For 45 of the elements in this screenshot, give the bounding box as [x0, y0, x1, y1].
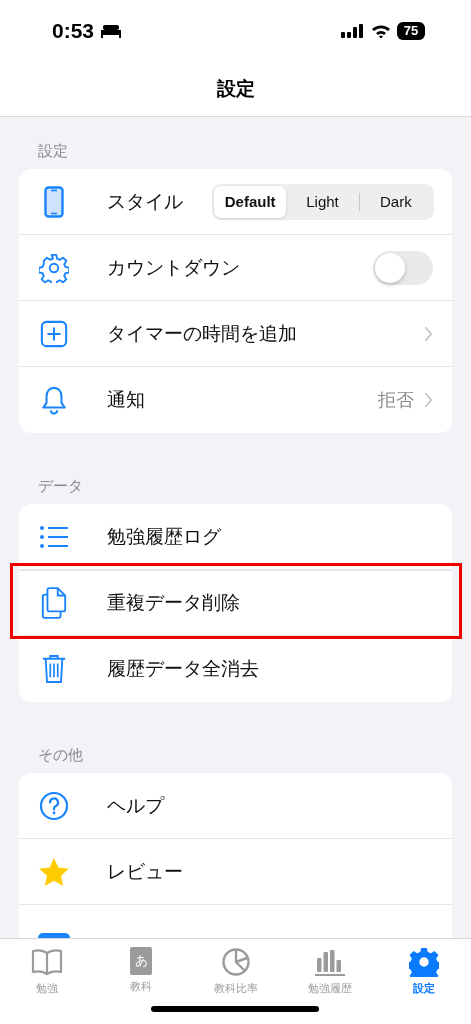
row-label: 勉強履歴ログ: [107, 523, 221, 549]
star-icon: [38, 856, 70, 887]
bed-icon: [100, 24, 123, 38]
status-time: 0:53: [52, 19, 95, 43]
row-label: 履歴データ全消去: [107, 656, 259, 681]
section-header: その他: [37, 745, 84, 766]
settings-row[interactable]: レビュー: [19, 839, 452, 905]
settings-row[interactable]: 勉強履歴ログ: [19, 504, 452, 570]
row-label: タイマーの時間を追加: [107, 320, 297, 346]
book-icon: あ: [130, 947, 153, 975]
book-icon: [31, 947, 64, 977]
screen-title: 設定: [216, 76, 255, 101]
row-label: 重複データ削除: [107, 590, 240, 615]
plus-icon: [38, 319, 70, 348]
settings-row[interactable]: スタイル Default Light Dark: [19, 169, 452, 235]
row-label: カウントダウン: [107, 254, 240, 280]
segment-option[interactable]: Default: [214, 185, 287, 218]
settings-row[interactable]: 通知 拒否: [19, 367, 452, 433]
list-icon: [38, 524, 70, 549]
settings-row[interactable]: カウントダウン: [19, 235, 452, 301]
row-label: 通知: [107, 387, 145, 412]
toggle-switch[interactable]: [373, 250, 433, 285]
settings-row[interactable]: ヘルプ: [19, 773, 452, 839]
settings-icon: [408, 947, 439, 977]
signal-icon: [341, 24, 365, 38]
chevron-icon: [424, 392, 433, 408]
pie-chart-icon: [220, 947, 251, 977]
row-label: レビュー: [107, 858, 183, 884]
settings-row[interactable]: 重複データ削除: [19, 570, 452, 636]
row-label: ヘルプ: [107, 792, 164, 818]
chevron-icon: [424, 325, 433, 342]
segment-option[interactable]: Dark: [359, 185, 432, 218]
bar-chart-icon: [314, 947, 345, 977]
section-header: 設定: [37, 141, 69, 162]
section-header: データ: [37, 476, 84, 497]
wifi-icon: [371, 24, 391, 38]
battery-indicator: 75: [397, 22, 425, 40]
settings-row[interactable]: タイマーの時間を追加: [19, 301, 452, 367]
tab-item[interactable]: 設定: [376, 947, 471, 999]
help-icon: [38, 790, 70, 821]
segment-option[interactable]: Light: [286, 185, 359, 218]
settings-row[interactable]: 履歴データ全消去: [19, 636, 452, 702]
row-value: 拒否: [378, 388, 414, 412]
row-label: スタイル: [107, 188, 183, 214]
settings-icon: [38, 252, 70, 283]
